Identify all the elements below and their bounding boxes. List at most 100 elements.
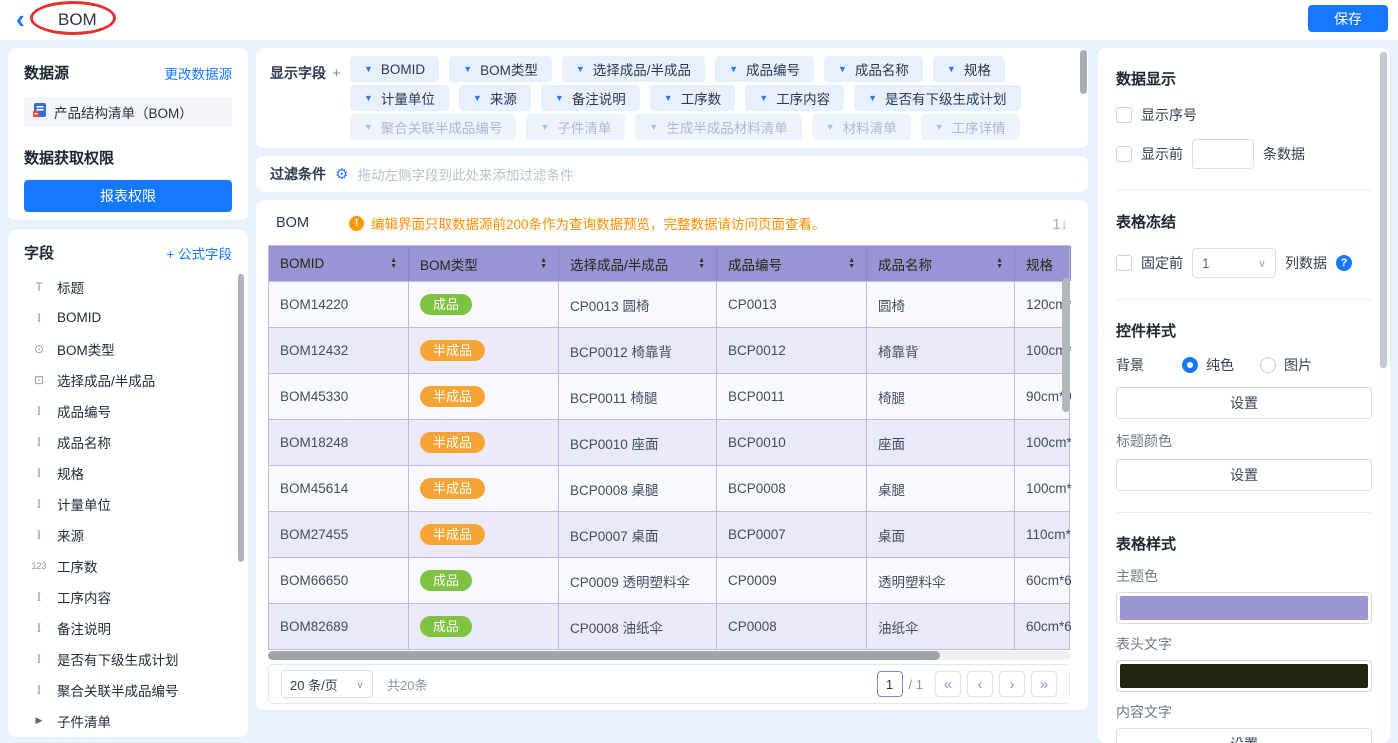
- display-field-chip[interactable]: ▼选择成品/半成品: [562, 56, 705, 82]
- table-vertical-scrollbar[interactable]: [1062, 278, 1070, 412]
- table-cell: BCP0008 桌腿: [559, 466, 717, 511]
- page-size-select[interactable]: 20 条/页 ∨: [281, 670, 373, 698]
- display-field-chip[interactable]: ▼计量单位: [350, 85, 449, 111]
- display-field-chip[interactable]: ▼来源: [459, 85, 531, 111]
- field-item[interactable]: I成品名称: [24, 426, 232, 457]
- table-cell: BCP0007: [717, 512, 867, 557]
- bom-type-badge: 成品: [420, 294, 472, 315]
- chevron-down-icon: ∨: [356, 678, 364, 691]
- table-cell: 100cm*: [1015, 420, 1071, 465]
- sort-icon[interactable]: ▲▼: [990, 258, 1003, 269]
- bom-type-badge: 半成品: [420, 478, 485, 499]
- show-first-checkbox[interactable]: [1116, 146, 1132, 162]
- show-index-checkbox[interactable]: [1116, 107, 1132, 123]
- field-item[interactable]: I规格: [24, 457, 232, 488]
- column-header[interactable]: BOMID▲▼: [269, 246, 409, 281]
- table-cell: 椅腿: [867, 374, 1015, 419]
- table-cell: 110cm*: [1015, 512, 1071, 557]
- solid-color-label: 纯色: [1206, 355, 1234, 375]
- field-item-label: 选择成品/半成品: [57, 370, 155, 390]
- field-item[interactable]: I来源: [24, 519, 232, 550]
- chip-label: 工序数: [681, 88, 722, 108]
- field-item[interactable]: I成品编号: [24, 395, 232, 426]
- field-item-label: 来源: [57, 525, 84, 545]
- table-horizontal-scrollbar[interactable]: [268, 651, 940, 660]
- display-field-chip: ▼材料清单: [812, 114, 911, 140]
- field-item[interactable]: I备注说明: [24, 612, 232, 643]
- table-cell: BOM45330: [269, 374, 409, 419]
- column-header[interactable]: 成品编号▲▼: [717, 246, 867, 281]
- field-item-label: 计量单位: [57, 494, 111, 514]
- column-header[interactable]: BOM类型▲▼: [409, 246, 559, 281]
- table-panel: BOM ! 编辑界面只取数据源前200条作为查询数据预览，完整数据请访问页面查看…: [256, 200, 1088, 710]
- display-field-chip[interactable]: ▼备注说明: [541, 85, 640, 111]
- gear-icon[interactable]: ⚙: [335, 165, 348, 183]
- report-permission-button[interactable]: 报表权限: [24, 180, 232, 212]
- table-cell: BCP0011: [717, 374, 867, 419]
- sort-icon[interactable]: ▲▼: [534, 258, 547, 269]
- help-icon[interactable]: ?: [1336, 255, 1352, 271]
- table-cell: CP0013: [717, 282, 867, 327]
- freeze-columns-checkbox[interactable]: [1116, 255, 1132, 271]
- selected-datasource-label: 产品结构清单（BOM）: [54, 102, 193, 122]
- display-field-chip[interactable]: ▼成品名称: [824, 56, 923, 82]
- field-item[interactable]: IBOMID: [24, 302, 232, 333]
- bom-type-badge: 成品: [420, 616, 472, 637]
- filter-label: 过滤条件: [270, 164, 326, 184]
- display-field-chip[interactable]: ▼BOM类型: [449, 56, 552, 82]
- display-field-chip[interactable]: ▼工序数: [650, 85, 735, 111]
- filter-drop-hint: 拖动左侧字段到此处来添加过滤条件: [357, 164, 573, 184]
- page-number-input[interactable]: 1: [877, 671, 903, 697]
- image-radio[interactable]: [1260, 357, 1276, 373]
- header-text-swatch[interactable]: [1116, 660, 1372, 692]
- selected-datasource[interactable]: 产品结构清单（BOM）: [24, 97, 232, 127]
- display-field-chip: ▼工序详情: [921, 114, 1020, 140]
- field-item[interactable]: ⊙BOM类型: [24, 333, 232, 364]
- sort-icon[interactable]: ▲▼: [842, 258, 855, 269]
- column-header[interactable]: 成品名称▲▼: [867, 246, 1015, 281]
- field-item[interactable]: I是否有下级生成计划: [24, 643, 232, 674]
- table-row: BOM27455半成品BCP0007 桌面BCP0007桌面110cm*: [269, 512, 1069, 558]
- content-text-label: 内容文字: [1116, 702, 1372, 722]
- solid-color-radio[interactable]: [1182, 357, 1198, 373]
- sort-icon[interactable]: ▲▼: [692, 258, 705, 269]
- field-item[interactable]: I工序内容: [24, 581, 232, 612]
- fields-scrollbar[interactable]: [238, 274, 244, 562]
- settings-scrollbar[interactable]: [1380, 52, 1387, 368]
- add-formula-field-link[interactable]: + 公式字段: [166, 243, 232, 263]
- display-field-chip[interactable]: ▼规格: [933, 56, 1005, 82]
- column-header[interactable]: 选择成品/半成品▲▼: [559, 246, 717, 281]
- freeze-count-select[interactable]: 1 ∨: [1192, 248, 1276, 278]
- prev-page-icon[interactable]: ‹: [967, 671, 993, 697]
- last-page-icon[interactable]: »: [1031, 671, 1057, 697]
- first-page-icon[interactable]: «: [935, 671, 961, 697]
- main-scrollbar[interactable]: [1080, 50, 1087, 94]
- content-text-set-button[interactable]: 设置: [1116, 728, 1372, 743]
- display-field-chip[interactable]: ▼工序内容: [745, 85, 844, 111]
- change-datasource-link[interactable]: 更改数据源: [165, 63, 233, 83]
- field-item[interactable]: ⊡选择成品/半成品: [24, 364, 232, 395]
- field-item[interactable]: 123工序数: [24, 550, 232, 581]
- sort-icon[interactable]: ▲▼: [384, 258, 397, 269]
- number-icon: 123: [30, 561, 48, 571]
- row-limit-input[interactable]: [1192, 139, 1254, 169]
- title-color-set-button[interactable]: 设置: [1116, 459, 1372, 491]
- field-item[interactable]: I 计量单位: [24, 488, 232, 519]
- display-field-chip[interactable]: ▼BOMID: [350, 56, 439, 82]
- back-icon[interactable]: ‹: [16, 2, 25, 36]
- column-header[interactable]: 规格: [1015, 246, 1071, 281]
- sort-order-icon[interactable]: 1↓: [1046, 210, 1074, 238]
- save-button[interactable]: 保存: [1308, 5, 1388, 32]
- background-set-button[interactable]: 设置: [1116, 387, 1372, 419]
- field-item[interactable]: I聚合关联半成品编号: [24, 674, 232, 705]
- add-display-field-icon[interactable]: +: [332, 65, 341, 82]
- field-item[interactable]: ▶子件清单: [24, 705, 232, 736]
- display-field-chip[interactable]: ▼是否有下级生成计划: [854, 85, 1020, 111]
- next-page-icon[interactable]: ›: [999, 671, 1025, 697]
- table-row: BOM14220成品CP0013 圆椅CP0013圆椅120cm*: [269, 282, 1069, 328]
- display-field-chip[interactable]: ▼成品编号: [715, 56, 814, 82]
- theme-color-swatch[interactable]: [1116, 592, 1372, 624]
- field-item[interactable]: T标题: [24, 271, 232, 302]
- table-cell: 100cm*: [1015, 466, 1071, 511]
- text-icon: I: [30, 496, 48, 512]
